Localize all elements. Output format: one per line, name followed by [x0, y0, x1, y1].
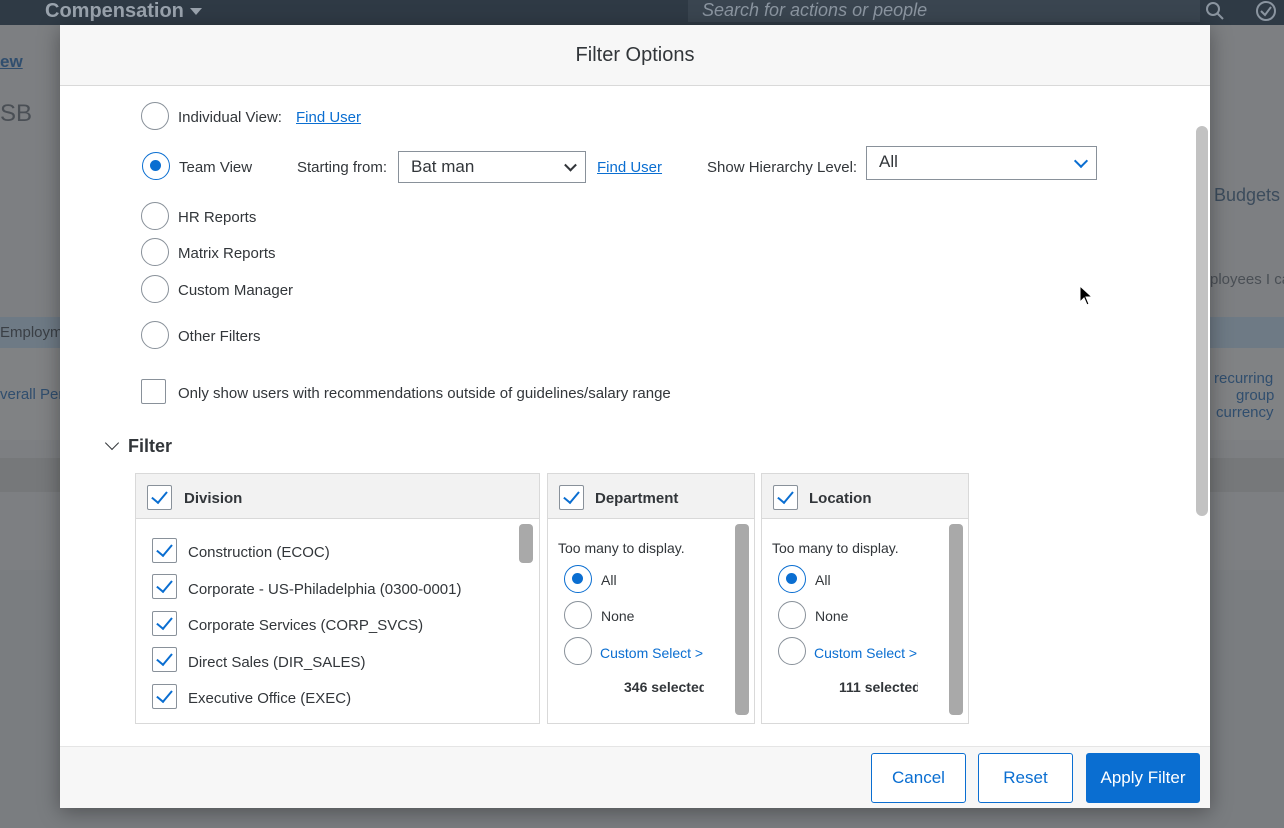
- location-all-label: All: [815, 572, 831, 588]
- location-all-radio[interactable]: [778, 565, 806, 593]
- chevron-down-icon: [1073, 153, 1089, 169]
- background-heading: SB: [0, 100, 33, 127]
- background-text: currency: [1216, 404, 1274, 421]
- department-select-all-checkbox[interactable]: [559, 485, 584, 510]
- division-item-checkbox[interactable]: [152, 647, 177, 672]
- division-scrollbar[interactable]: [519, 524, 533, 563]
- app-title: Compensation: [45, 0, 184, 22]
- hierarchy-level-label: Show Hierarchy Level:: [707, 159, 858, 176]
- dialog-scrollbar[interactable]: [1196, 126, 1208, 516]
- location-title: Location: [809, 490, 872, 507]
- location-none-label: None: [815, 608, 849, 624]
- department-message: Too many to display.: [558, 540, 685, 556]
- team-view-radio[interactable]: [142, 152, 170, 180]
- approvals-icon[interactable]: [1255, 0, 1277, 22]
- matrix-reports-radio[interactable]: [141, 238, 169, 266]
- dialog-footer: Cancel Reset Apply Filter: [60, 746, 1210, 808]
- guidelines-checkbox[interactable]: [141, 379, 166, 404]
- dialog-title: Filter Options: [575, 44, 695, 66]
- hr-reports-label: HR Reports: [178, 209, 257, 226]
- filter-options-dialog: Filter Options Individual View: Find Use…: [60, 25, 1210, 808]
- division-title: Division: [184, 490, 243, 507]
- department-selected-count: 346 selected: [624, 679, 704, 695]
- division-item-label: Corporate Services (CORP_SVCS): [188, 617, 424, 634]
- cancel-button[interactable]: Cancel: [871, 753, 966, 803]
- app-title-menu[interactable]: Compensation: [45, 0, 202, 22]
- department-all-radio[interactable]: [564, 565, 592, 593]
- shell-bar: Compensation Search for actions or peopl…: [0, 0, 1284, 25]
- division-item-checkbox[interactable]: [152, 538, 177, 563]
- background-text: ployees I ca: [1210, 271, 1284, 288]
- division-item-checkbox[interactable]: [152, 684, 177, 709]
- department-all-label: All: [601, 572, 617, 588]
- department-custom-radio[interactable]: [564, 637, 592, 665]
- custom-manager-label: Custom Manager: [178, 282, 294, 299]
- division-panel-header: Division: [136, 474, 539, 519]
- custom-manager-radio[interactable]: [141, 275, 169, 303]
- division-item-label: Corporate - US-Philadelphia (0300-0001): [188, 581, 462, 598]
- division-item-label: Executive Office (EXEC): [188, 690, 352, 707]
- other-filters-label: Other Filters: [178, 328, 261, 345]
- collapse-chevron-icon[interactable]: [104, 435, 120, 451]
- dialog-body: Individual View: Find User Team View Sta…: [60, 86, 1210, 746]
- guidelines-checkbox-label: Only show users with recommendations out…: [178, 385, 671, 402]
- caret-down-icon: [189, 8, 202, 16]
- starting-from-select[interactable]: Bat man: [398, 151, 586, 183]
- chevron-down-icon: [564, 158, 577, 172]
- division-select-all-checkbox[interactable]: [147, 485, 172, 510]
- background-tab-budgets: Budgets: [1214, 185, 1281, 205]
- individual-view-radio[interactable]: [141, 102, 169, 130]
- location-custom-radio[interactable]: [778, 637, 806, 665]
- starting-from-value: Bat man: [411, 157, 475, 176]
- department-panel: Department Too many to display. All None…: [547, 473, 755, 724]
- team-view-label: Team View: [179, 159, 253, 176]
- filter-section-title[interactable]: Filter: [128, 436, 172, 457]
- other-filters-radio[interactable]: [141, 321, 169, 349]
- department-custom-select-link[interactable]: Custom Select >: [600, 645, 704, 661]
- location-selected-count: 111 selected: [839, 679, 918, 695]
- location-custom-select-link[interactable]: Custom Select >: [814, 645, 918, 661]
- location-none-radio[interactable]: [778, 601, 806, 629]
- division-panel: Division Construction (ECOC) Corporate -…: [135, 473, 540, 724]
- division-item-label: Direct Sales (DIR_SALES): [188, 654, 366, 671]
- department-none-label: None: [601, 608, 635, 624]
- location-panel: Location Too many to display. All None C…: [761, 473, 969, 724]
- background-link: ew: [0, 52, 23, 71]
- matrix-reports-label: Matrix Reports: [178, 245, 276, 262]
- hierarchy-level-select[interactable]: All: [866, 146, 1097, 180]
- location-panel-header: Location: [762, 474, 968, 519]
- division-item-checkbox[interactable]: [152, 574, 177, 599]
- individual-view-label: Individual View:: [178, 109, 282, 126]
- hr-reports-radio[interactable]: [141, 202, 169, 230]
- search-icon[interactable]: [1205, 1, 1225, 21]
- location-scrollbar[interactable]: [949, 524, 963, 715]
- hierarchy-level-value: All: [879, 152, 898, 171]
- apply-filter-button[interactable]: Apply Filter: [1086, 753, 1200, 803]
- mouse-cursor-icon: [1079, 285, 1093, 306]
- global-search-input[interactable]: Search for actions or people: [688, 0, 1200, 22]
- division-item-label: Construction (ECOC): [188, 544, 330, 561]
- division-item-checkbox[interactable]: [152, 611, 177, 636]
- starting-from-label: Starting from:: [297, 159, 388, 176]
- department-title: Department: [595, 490, 679, 507]
- background-text: group: [1236, 387, 1275, 404]
- background-column-header: Employm: [0, 324, 63, 341]
- department-panel-header: Department: [548, 474, 754, 519]
- reset-button[interactable]: Reset: [978, 753, 1073, 803]
- background-link: verall Per: [0, 386, 64, 403]
- team-find-user-link[interactable]: Find User: [597, 159, 662, 176]
- background-text: recurring: [1214, 370, 1274, 387]
- dialog-header: Filter Options: [60, 25, 1210, 86]
- department-scrollbar[interactable]: [735, 524, 749, 715]
- location-select-all-checkbox[interactable]: [773, 485, 798, 510]
- location-message: Too many to display.: [772, 540, 899, 556]
- individual-find-user-link[interactable]: Find User: [296, 109, 361, 126]
- department-none-radio[interactable]: [564, 601, 592, 629]
